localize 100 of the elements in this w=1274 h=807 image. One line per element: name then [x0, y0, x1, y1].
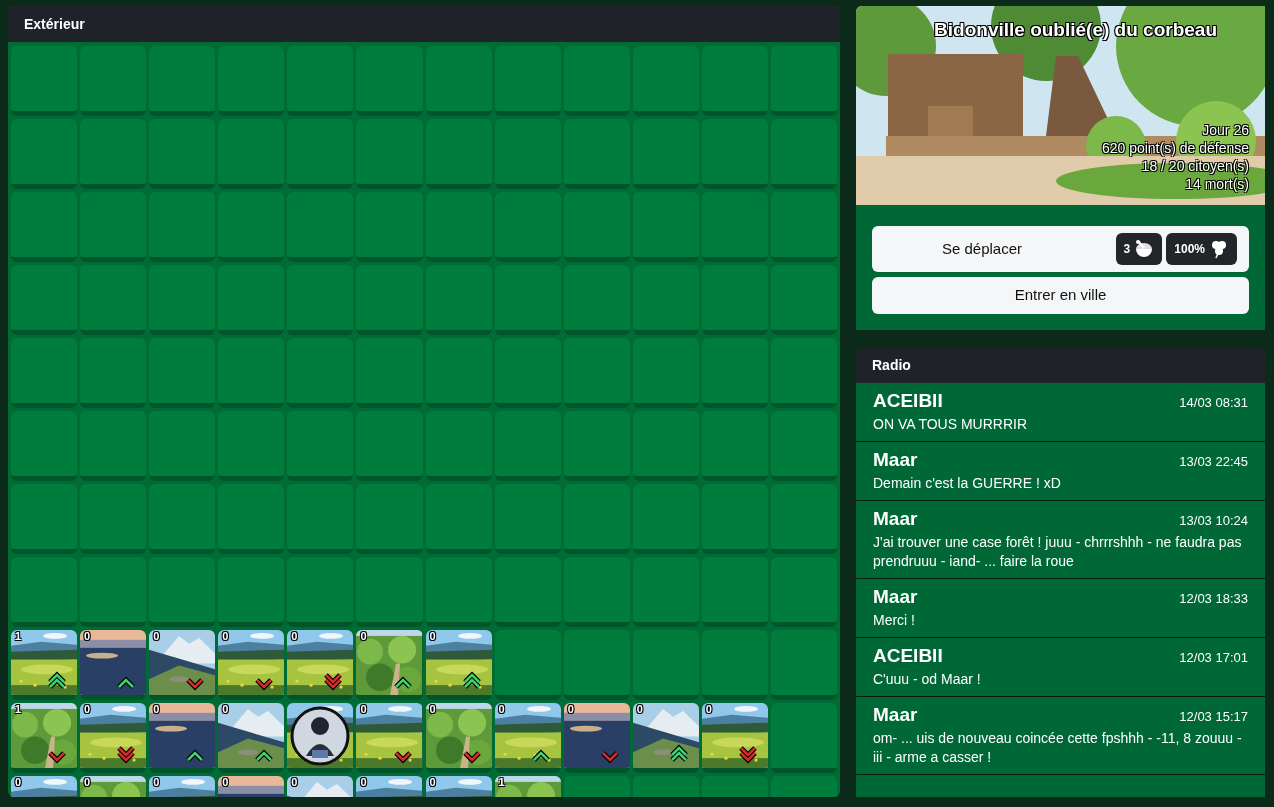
map-tile[interactable] — [425, 265, 492, 335]
map-tile[interactable] — [80, 119, 147, 189]
map-tile[interactable]: 0 — [218, 776, 285, 797]
map-tile[interactable] — [425, 338, 492, 408]
map-tile[interactable] — [11, 411, 78, 481]
map-tile[interactable] — [701, 46, 768, 116]
map-tile[interactable] — [11, 557, 78, 627]
map-tile[interactable] — [218, 557, 285, 627]
map-tile[interactable] — [80, 46, 147, 116]
map-tile[interactable] — [80, 484, 147, 554]
map-tile[interactable] — [287, 411, 354, 481]
map-tile[interactable]: 0 — [425, 776, 492, 797]
map-tile[interactable] — [563, 338, 630, 408]
map-tile[interactable] — [770, 630, 837, 700]
map-tile[interactable] — [701, 192, 768, 262]
map-tile[interactable]: 0 — [563, 703, 630, 773]
map-tile[interactable] — [218, 265, 285, 335]
map-tile[interactable] — [356, 411, 423, 481]
map-tile[interactable] — [632, 192, 699, 262]
map-tile[interactable] — [149, 46, 216, 116]
map-tile[interactable]: 1 — [11, 703, 78, 773]
map-tile[interactable] — [11, 192, 78, 262]
map-tile[interactable]: 0 — [425, 703, 492, 773]
map-tile[interactable] — [563, 119, 630, 189]
map-tile[interactable] — [425, 119, 492, 189]
map-tile[interactable] — [11, 484, 78, 554]
map-tile[interactable]: 0 — [356, 630, 423, 700]
map-tile[interactable] — [356, 338, 423, 408]
map-tile[interactable] — [770, 46, 837, 116]
map-tile[interactable] — [632, 557, 699, 627]
map-tile[interactable]: 0 — [632, 703, 699, 773]
map-tile[interactable] — [770, 338, 837, 408]
map-tile[interactable] — [218, 46, 285, 116]
map-tile[interactable]: 0 — [218, 630, 285, 700]
map-tile[interactable] — [149, 484, 216, 554]
map-tile[interactable] — [425, 192, 492, 262]
map-tile[interactable] — [218, 119, 285, 189]
map-tile[interactable] — [494, 192, 561, 262]
map-tile[interactable] — [218, 192, 285, 262]
map-tile[interactable] — [494, 557, 561, 627]
map-tile[interactable]: 0 — [287, 630, 354, 700]
map-tile[interactable] — [701, 119, 768, 189]
map-tile[interactable] — [701, 630, 768, 700]
map-tile[interactable] — [287, 119, 354, 189]
map-tile[interactable] — [80, 557, 147, 627]
map-tile[interactable] — [563, 411, 630, 481]
map-tile[interactable] — [149, 265, 216, 335]
map-tile[interactable] — [632, 46, 699, 116]
map-tile[interactable] — [701, 338, 768, 408]
map-tile[interactable] — [632, 338, 699, 408]
map-tile[interactable] — [770, 192, 837, 262]
map-tile[interactable] — [356, 484, 423, 554]
map-tile[interactable] — [425, 411, 492, 481]
map-tile[interactable] — [563, 265, 630, 335]
map-tile[interactable]: 0 — [287, 776, 354, 797]
map-tile[interactable]: 0 — [149, 630, 216, 700]
map-tile[interactable] — [770, 703, 837, 773]
map-tile[interactable] — [149, 192, 216, 262]
map-tile[interactable]: 0 — [80, 703, 147, 773]
map-tile[interactable] — [425, 557, 492, 627]
map-tile[interactable] — [287, 484, 354, 554]
map-tile[interactable] — [287, 338, 354, 408]
map-tile[interactable] — [770, 411, 837, 481]
map-tile[interactable] — [287, 192, 354, 262]
map-tile[interactable] — [218, 484, 285, 554]
map-tile[interactable] — [149, 338, 216, 408]
map-tile[interactable] — [701, 411, 768, 481]
map-tile[interactable]: 0 — [149, 776, 216, 797]
map-tile[interactable] — [80, 338, 147, 408]
map-tile[interactable] — [80, 265, 147, 335]
map-tile[interactable] — [11, 119, 78, 189]
map-tile[interactable] — [632, 119, 699, 189]
map-tile[interactable] — [494, 484, 561, 554]
map-tile[interactable] — [701, 557, 768, 627]
map-tile[interactable] — [632, 484, 699, 554]
map-tile[interactable]: 0 — [80, 630, 147, 700]
map-tile[interactable] — [494, 630, 561, 700]
map-tile[interactable] — [80, 192, 147, 262]
map-tile[interactable] — [287, 265, 354, 335]
map-tile[interactable]: 0 — [80, 776, 147, 797]
map-tile[interactable]: 0 — [356, 703, 423, 773]
map-tile[interactable]: 0 — [149, 703, 216, 773]
map-tile[interactable] — [632, 411, 699, 481]
map-tile[interactable] — [770, 119, 837, 189]
map-tile[interactable] — [11, 265, 78, 335]
map-tile[interactable] — [563, 484, 630, 554]
map-tile[interactable] — [11, 338, 78, 408]
map-tile[interactable] — [770, 265, 837, 335]
map-tile[interactable] — [80, 411, 147, 481]
map-tile[interactable] — [494, 46, 561, 116]
map-tile[interactable]: 0 — [701, 703, 768, 773]
map-tile[interactable] — [701, 265, 768, 335]
map-tile[interactable] — [356, 557, 423, 627]
map-tile[interactable] — [287, 46, 354, 116]
map-tile[interactable]: 0 — [425, 630, 492, 700]
map-tile[interactable] — [149, 411, 216, 481]
action-button[interactable]: Entrer en ville — [872, 277, 1249, 314]
map-tile[interactable]: 0 — [218, 703, 285, 773]
map-tile[interactable] — [356, 119, 423, 189]
map-tile[interactable] — [770, 557, 837, 627]
